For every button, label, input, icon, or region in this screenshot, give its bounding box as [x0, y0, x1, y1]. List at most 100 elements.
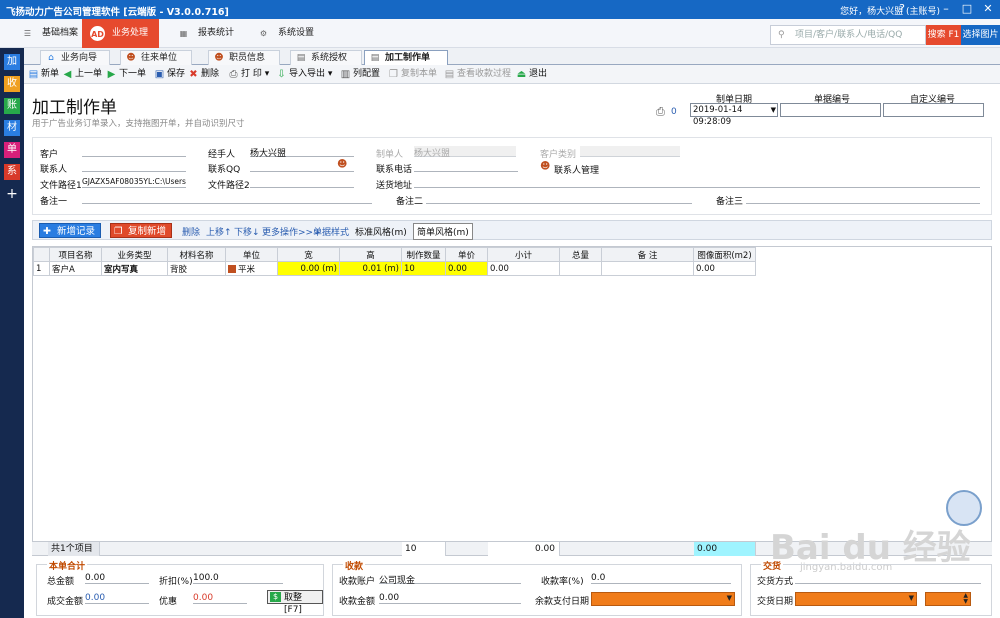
date-input[interactable]: 2019-01-14 09:28:09 ▼	[690, 103, 778, 127]
nav-reports[interactable]: ▦ 报表统计	[168, 19, 238, 48]
quick-account[interactable]: 账	[4, 98, 20, 114]
col-header[interactable]: 单价	[445, 247, 488, 262]
next-button[interactable]: ▶ 下一单	[106, 67, 146, 82]
exit-button[interactable]: ⏏ 退出	[516, 67, 547, 82]
account-input[interactable]: 公司现金	[379, 573, 521, 586]
print-button[interactable]: ⎙ 打 印 ▾	[228, 67, 270, 82]
minimize-icon[interactable]: –	[940, 3, 952, 15]
qq-icon[interactable]: ☻	[337, 159, 349, 171]
contact-manage-link[interactable]: 联系人管理	[554, 163, 599, 176]
nav-business[interactable]: AD 业务处理	[82, 19, 159, 48]
receipt-section: 收款 收款账户 公司现金 收款金额 0.00 收款率(%) 0.0 余款支付日期…	[332, 559, 742, 616]
contact-field[interactable]	[82, 161, 186, 172]
standard-style-option[interactable]: 标准风格(m)	[355, 225, 407, 238]
amount-input[interactable]: 0.00	[379, 593, 521, 604]
tab-business-guide[interactable]: ⌂ 业务向导	[40, 50, 110, 65]
delete-button[interactable]: ✖ 删除	[188, 67, 219, 82]
delivery-method-input[interactable]	[795, 573, 981, 584]
cell-height[interactable]: 0.01 (m)	[339, 261, 402, 276]
nav-basic-archive[interactable]: ☰ 基础档案	[12, 19, 78, 48]
delivery-time-spinner[interactable]: ▲ ▼	[925, 592, 971, 606]
col-header[interactable]: 单位	[225, 247, 278, 262]
deal-value[interactable]: 0.00	[85, 593, 149, 604]
discount-input[interactable]: 100.0	[193, 573, 283, 584]
view-receipt-button[interactable]: ▤ 查看收款过程	[444, 67, 511, 82]
import-export-button[interactable]: ⇩ 导入导出 ▾	[276, 67, 332, 82]
delivery-date-select[interactable]: ▼	[795, 592, 917, 606]
remark1-field[interactable]	[82, 193, 372, 204]
columns-button[interactable]: ▥ 列配置	[340, 67, 380, 82]
col-header[interactable]: 材料名称	[167, 247, 226, 262]
copy-add-button[interactable]: ❐ 复制新增	[110, 223, 173, 238]
quick-add[interactable]: 加	[4, 54, 20, 70]
cell-material[interactable]: 背胶	[167, 261, 226, 276]
plus-icon: ✚	[43, 226, 51, 237]
quick-order[interactable]: 单	[4, 142, 20, 158]
col-header[interactable]: 备 注	[601, 247, 694, 262]
custom-no-input[interactable]	[883, 103, 984, 117]
move-up-link[interactable]: 上移↑	[206, 225, 232, 238]
add-record-button[interactable]: ✚ 新增记录	[39, 223, 102, 238]
col-header[interactable]: 小计	[487, 247, 560, 262]
round-button[interactable]: $ 取整[F7]	[267, 590, 323, 615]
doc-no-input[interactable]	[780, 103, 881, 117]
search-button[interactable]: 搜索 F1	[926, 25, 961, 45]
customer-field[interactable]	[82, 146, 186, 157]
help-icon[interactable]: ?	[896, 3, 908, 15]
maximize-icon[interactable]: □	[961, 3, 973, 15]
new-button[interactable]: ▤ 新单	[28, 67, 59, 82]
col-header[interactable]: 业务类型	[101, 247, 168, 262]
handler-field[interactable]: 杨大兴盟	[250, 146, 354, 159]
cell-price[interactable]: 0.00	[445, 261, 488, 276]
cell-width[interactable]: 0.00 (m)	[277, 261, 340, 276]
nav-settings[interactable]: ⚙ 系统设置	[248, 19, 318, 48]
filepath2-field[interactable]	[250, 177, 354, 188]
doc-style-link[interactable]: 单据样式	[313, 225, 349, 238]
cell-remark[interactable]	[601, 261, 694, 276]
prev-button[interactable]: ◀ 上一单	[62, 67, 102, 82]
more-ops-link[interactable]: 更多操作>>>	[262, 225, 321, 238]
cell-type[interactable]: 室内写真	[101, 261, 168, 276]
address-field[interactable]	[414, 177, 980, 188]
printer-icon[interactable]: ⎙	[656, 105, 665, 119]
quick-material[interactable]: 材	[4, 120, 20, 136]
maker-field: 杨大兴盟	[414, 146, 516, 159]
col-header[interactable]: 高	[339, 247, 402, 262]
columns-icon: ▥	[340, 69, 351, 80]
tab-staff[interactable]: ☻ 职员信息	[208, 50, 280, 65]
quick-system[interactable]: 系	[4, 164, 20, 180]
col-header[interactable]: 制作数量	[401, 247, 446, 262]
filepath1-label: 文件路径1	[40, 181, 82, 191]
col-header[interactable]: 宽	[277, 247, 340, 262]
phone-field[interactable]	[414, 161, 518, 172]
cell-item[interactable]: 客户A	[49, 261, 102, 276]
tab-license[interactable]: ▤ 系统授权	[290, 50, 362, 65]
copy-icon: ❐	[389, 69, 398, 80]
tab-strip: ⌂ 业务向导 ☻ 往来单位 ☻ 职员信息 ▤ 系统授权 ▤ 加工制作单	[24, 48, 1000, 65]
quick-more[interactable]: +	[4, 186, 20, 202]
simple-style-option[interactable]: 简单风格(m)	[413, 223, 473, 240]
tab-partners[interactable]: ☻ 往来单位	[120, 50, 192, 65]
offer-value[interactable]: 0.00	[193, 593, 247, 604]
grid-delete-link[interactable]: 删除	[182, 225, 200, 238]
remark3-field[interactable]	[746, 193, 980, 204]
col-header[interactable]: 项目名称	[49, 247, 102, 262]
copy-doc-button[interactable]: ❐ 复制本单	[388, 67, 437, 82]
table-row[interactable]: 1 客户A 室内写真 背胶 平米 0.00 (m) 0.01 (m) 10 0.…	[33, 261, 756, 276]
remark2-field[interactable]	[426, 193, 692, 204]
tab-work-order[interactable]: ▤ 加工制作单	[364, 50, 448, 65]
col-header[interactable]: 图像面积(m2)	[693, 247, 756, 262]
search-input[interactable]: ⚲ 项目/客户/联系人/电话/QQ	[770, 25, 926, 45]
quick-receipt[interactable]: 收	[4, 76, 20, 92]
move-down-link[interactable]: 下移↓	[234, 225, 260, 238]
save-button[interactable]: ▣ 保存	[154, 67, 185, 82]
cell-unit[interactable]: 平米	[225, 261, 278, 276]
rate-input[interactable]: 0.0	[591, 573, 731, 584]
cell-qty[interactable]: 10	[401, 261, 446, 276]
filepath1-field[interactable]: GJAZX5AF08035YL:C:\Users	[82, 177, 186, 188]
due-date-select[interactable]: ▼	[591, 592, 735, 606]
col-header[interactable]: 总量	[559, 247, 602, 262]
handler-label: 经手人	[208, 150, 236, 160]
close-icon[interactable]: ✕	[982, 3, 994, 15]
select-unit-button[interactable]: 选择图片	[961, 25, 1000, 45]
